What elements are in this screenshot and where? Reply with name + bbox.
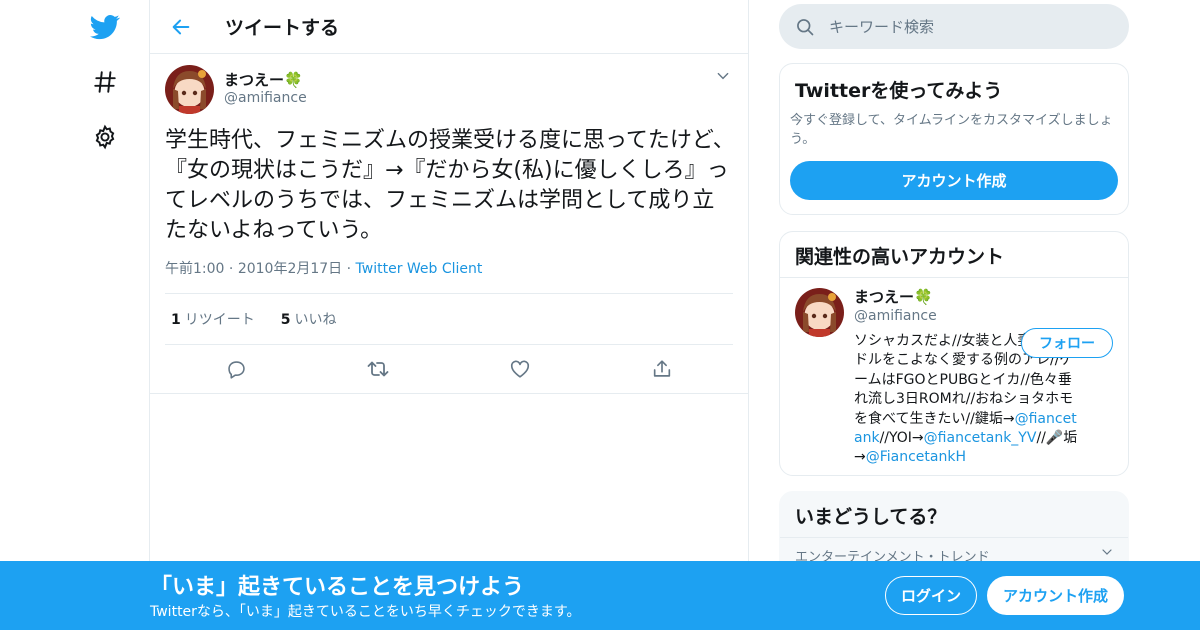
bio-link[interactable]: @FiancetankH bbox=[866, 449, 966, 465]
meta-separator: · bbox=[346, 261, 356, 277]
gear-icon[interactable] bbox=[88, 120, 122, 154]
related-accounts-card: 関連性の高いアカウント まつえー🍀 @amifiance ソシャカスだよ//女装… bbox=[779, 231, 1129, 476]
tweet-time: 午前1:00 bbox=[165, 261, 225, 277]
trends-title: いまどうしてる？ bbox=[780, 492, 1128, 538]
retweet-icon[interactable] bbox=[361, 352, 395, 386]
twitter-bird-icon[interactable] bbox=[88, 10, 122, 44]
tweet-actions bbox=[165, 345, 733, 393]
tweet-text: 学生時代、フェミニズムの授業受ける度に思ってたけど、『女の現状はこうだ』→『だか… bbox=[165, 128, 735, 243]
banner-title: 「いま」起きていることを見つけよう bbox=[150, 575, 525, 600]
tweet-client-link[interactable]: Twitter Web Client bbox=[356, 261, 483, 277]
meta-separator: · bbox=[228, 261, 238, 277]
tweet-date: 2010年2月17日 bbox=[237, 261, 343, 277]
reply-icon[interactable] bbox=[219, 352, 253, 386]
hashtag-icon[interactable] bbox=[88, 65, 122, 99]
chevron-down-icon[interactable] bbox=[1101, 546, 1113, 562]
tweet-meta: 午前1:00 · 2010年2月17日 · Twitter Web Client bbox=[165, 258, 733, 278]
likes-label: いいね bbox=[294, 312, 337, 328]
heart-icon[interactable] bbox=[503, 352, 537, 386]
signup-card: Twitterを使ってみよう 今すぐ登録して、タイムラインをカスタマイズしましょ… bbox=[779, 63, 1129, 215]
bio-text: //YOI→ bbox=[879, 430, 924, 447]
chevron-down-icon[interactable] bbox=[713, 66, 733, 86]
retweets-count: 1 bbox=[171, 312, 181, 328]
banner-subtitle: Twitterなら、「いま」起きていることをいち早くチェックできます。 bbox=[150, 604, 581, 620]
tweet-author-handle[interactable]: @amifiance bbox=[224, 89, 307, 107]
follow-button[interactable]: フォロー bbox=[1021, 328, 1113, 358]
create-account-button[interactable]: アカウント作成 bbox=[790, 161, 1118, 200]
related-account-handle[interactable]: @amifiance bbox=[854, 307, 1113, 326]
retweets-label: リツイート bbox=[184, 312, 255, 328]
bio-link[interactable]: @fiancetank_YV bbox=[924, 430, 1037, 446]
tweet-author-name[interactable]: まつえー🍀 bbox=[224, 71, 307, 89]
main-header: ツイートする bbox=[150, 0, 748, 54]
avatar[interactable] bbox=[165, 64, 214, 114]
related-account: まつえー🍀 @amifiance ソシャカスだよ//女装と人妻とアイドルをこよな… bbox=[780, 278, 1128, 478]
divider bbox=[150, 393, 748, 394]
search-bar[interactable] bbox=[779, 4, 1129, 49]
retweets-stat[interactable]: 1 リツイート bbox=[165, 309, 255, 329]
signup-card-subtitle: 今すぐ登録して、タイムラインをカスタマイズしましょう。 bbox=[790, 113, 1113, 147]
tweet: まつえー🍀 @amifiance 学生時代、フェミニズムの授業受ける度に思ってた… bbox=[150, 54, 748, 393]
left-nav bbox=[0, 0, 150, 630]
likes-stat[interactable]: 5 いいね bbox=[275, 309, 337, 329]
signup-button[interactable]: アカウント作成 bbox=[987, 576, 1124, 615]
related-account-name[interactable]: まつえー🍀 bbox=[854, 288, 1113, 307]
main-column: ツイートする まつえー🍀 @amifiance 学生時代、フェミニズムの授業受け… bbox=[149, 0, 749, 630]
share-icon[interactable] bbox=[645, 352, 679, 386]
search-input[interactable] bbox=[829, 17, 1109, 36]
related-accounts-title: 関連性の高いアカウント bbox=[780, 232, 1128, 278]
page-title: ツイートする bbox=[225, 17, 340, 39]
likes-count: 5 bbox=[280, 312, 291, 328]
tweet-header: まつえー🍀 @amifiance bbox=[165, 54, 733, 124]
login-button[interactable]: ログイン bbox=[885, 576, 977, 615]
back-arrow-icon[interactable] bbox=[165, 11, 197, 43]
search-icon bbox=[795, 17, 815, 37]
signup-banner: 「いま」起きていることを見つけよう Twitterなら、「いま」起きていることを… bbox=[0, 561, 1200, 630]
signup-card-title: Twitterを使ってみよう bbox=[795, 80, 1003, 102]
avatar[interactable] bbox=[795, 288, 844, 337]
tweet-stats: 1 リツイート 5 いいね bbox=[165, 294, 733, 344]
